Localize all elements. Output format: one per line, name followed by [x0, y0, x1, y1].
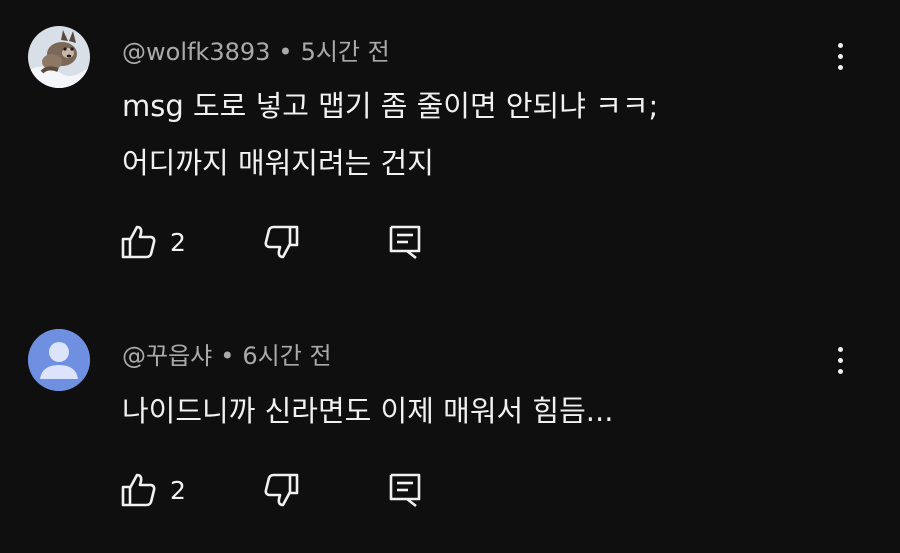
wolf-photo-avatar-icon — [28, 26, 90, 88]
dislike-button[interactable] — [262, 470, 300, 510]
avatar[interactable] — [28, 26, 90, 88]
thumbs-down-icon — [264, 473, 299, 507]
meta-separator: • — [278, 38, 293, 66]
more-options-button[interactable] — [826, 340, 854, 380]
more-dot — [837, 357, 843, 363]
like-button[interactable]: 2 — [120, 222, 186, 262]
reply-button[interactable] — [388, 222, 422, 262]
comment-meta: @wolfk3893 • 5시간 전 — [122, 32, 390, 67]
like-button[interactable]: 2 — [120, 470, 186, 510]
comment-actions: 2 — [0, 222, 900, 262]
reply-button[interactable] — [388, 470, 422, 510]
reply-comment-icon — [389, 473, 421, 508]
comment-text-line: 어디까지 매워지려는 건지 — [122, 146, 434, 180]
comment-meta: @꾸읍샤 • 6시간 전 — [122, 336, 332, 371]
reply-comment-icon — [389, 225, 421, 260]
more-dot — [837, 368, 843, 374]
more-dot — [837, 346, 843, 352]
thumbs-up-icon — [121, 225, 156, 259]
comment-text-line: msg 도로 넣고 맵기 좀 줄이면 안되냐 ㅋㅋ; — [122, 89, 659, 123]
comment-text-line: 나이드니까 신라면도 이제 매워서 힘듬... — [122, 394, 614, 428]
comment-time[interactable]: 6시간 전 — [242, 342, 331, 370]
author-name[interactable]: @꾸읍샤 — [122, 342, 212, 370]
more-options-button[interactable] — [826, 36, 854, 76]
comment-time[interactable]: 5시간 전 — [301, 38, 390, 66]
thumbs-down-icon — [264, 225, 299, 259]
author-name[interactable]: @wolfk3893 — [122, 38, 270, 66]
comment-actions: 2 — [0, 470, 900, 510]
like-count: 2 — [170, 227, 186, 257]
more-dot — [837, 42, 843, 48]
more-dot — [837, 64, 843, 70]
like-count: 2 — [170, 475, 186, 505]
meta-separator: • — [220, 342, 235, 370]
more-dot — [837, 53, 843, 59]
default-person-avatar-icon — [28, 329, 90, 391]
avatar[interactable] — [28, 329, 90, 391]
thumbs-up-icon — [121, 473, 156, 507]
dislike-button[interactable] — [262, 222, 300, 262]
